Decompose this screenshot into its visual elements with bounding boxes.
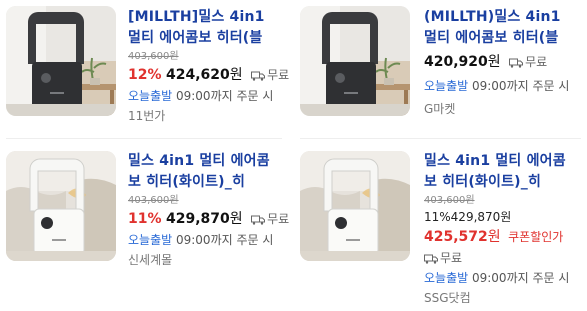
heater-white-image <box>300 151 410 261</box>
shipping-1: 무료 <box>251 68 289 82</box>
divider <box>300 138 581 139</box>
divider <box>6 138 282 139</box>
product-title-1[interactable]: [MILLTH]밀스 4in1 멀티 에어콤보 히터(블 <box>128 7 278 49</box>
seller-1[interactable]: 11번가 <box>128 106 289 126</box>
coupon-label-4: 쿠폰할인가 <box>508 230 564 244</box>
price-row-4: 11%429,870원 <box>424 208 574 226</box>
seller-3[interactable]: 신세계몰 <box>128 250 289 270</box>
shipping-label-3: 무료 <box>267 212 290 226</box>
delivery-info-3: 오늘출발 09:00까지 주문 시 <box>128 230 289 250</box>
today-delivery-2: 오늘출발 <box>424 79 469 93</box>
product-title-3[interactable]: 밀스 4in1 멀티 에어콤보 히터(화이트)_히 <box>128 151 278 193</box>
won-unit-1: 원 <box>229 67 243 83</box>
shipping-2: 무료 <box>509 55 547 69</box>
original-price-3: 403,600원 <box>128 195 179 206</box>
delivery-cutoff-4: 09:00까지 주문 시 <box>468 271 570 285</box>
price-row-2: 420,920원 무료 <box>424 51 574 73</box>
heater-black-image <box>300 6 410 116</box>
truck-icon <box>509 58 524 68</box>
product-title-4[interactable]: 밀스 4in1 멀티 에어콤보 히터(화이트)_히 <box>424 151 574 193</box>
delivery-cutoff-1: 09:00까지 주문 시 <box>172 89 274 103</box>
heater-black-image <box>6 6 116 116</box>
price-4: 429,870 <box>450 210 501 224</box>
price-1: 424,620 <box>165 67 230 83</box>
delivery-info-4: 오늘출발 09:00까지 주문 시 <box>424 268 574 288</box>
delivery-cutoff-3: 09:00까지 주문 시 <box>172 233 274 247</box>
delivery-info-1: 오늘출발 09:00까지 주문 시 <box>128 86 289 106</box>
delivery-cutoff-2: 09:00까지 주문 시 <box>468 79 570 93</box>
shipping-label-1: 무료 <box>267 68 290 82</box>
today-delivery-4: 오늘출발 <box>424 271 469 285</box>
coupon-price-4: 425,572 <box>424 229 488 245</box>
truck-icon <box>424 254 438 264</box>
shipping-label-2: 무료 <box>525 55 548 69</box>
coupon-row-4: 425,572원 쿠폰할인가 <box>424 226 574 248</box>
shipping-4: 무료 <box>424 248 574 268</box>
discount-rate-1: 12% <box>128 67 162 83</box>
shipping-label-4: 무료 <box>440 251 463 265</box>
delivery-info-2: 오늘출발 09:00까지 주문 시 <box>424 76 574 96</box>
product-image-4[interactable] <box>300 151 410 261</box>
product-image-3[interactable] <box>6 151 116 261</box>
original-price-4: 403,600원 <box>424 195 475 206</box>
truck-icon <box>251 71 266 81</box>
won-unit-4: 원 <box>500 210 512 224</box>
price-row-1: 12% 424,620원 무료 <box>128 64 289 86</box>
price-2: 420,920 <box>424 54 488 70</box>
won-unit-3: 원 <box>229 211 243 227</box>
today-delivery-1: 오늘출발 <box>128 89 173 103</box>
heater-white-image <box>6 151 116 261</box>
coupon-won-unit-4: 원 <box>487 229 501 245</box>
product-image-1[interactable] <box>6 6 116 116</box>
price-3: 429,870 <box>165 211 230 227</box>
shipping-3: 무료 <box>251 212 289 226</box>
product-title-2[interactable]: (MILLTH)밀스 4in1 멀티 에어콤보 히터(블 <box>424 7 574 49</box>
price-row-3: 11% 429,870원 무료 <box>128 208 289 230</box>
product-image-2[interactable] <box>300 6 410 116</box>
today-delivery-3: 오늘출발 <box>128 233 173 247</box>
discount-rate-3: 11% <box>128 211 162 227</box>
seller-2[interactable]: G마켓 <box>424 99 574 119</box>
won-unit-2: 원 <box>487 54 501 70</box>
discount-rate-4: 11% <box>424 210 451 224</box>
truck-icon <box>251 215 266 225</box>
seller-4[interactable]: SSG닷컴 <box>424 288 574 308</box>
original-price-1: 403,600원 <box>128 51 179 62</box>
